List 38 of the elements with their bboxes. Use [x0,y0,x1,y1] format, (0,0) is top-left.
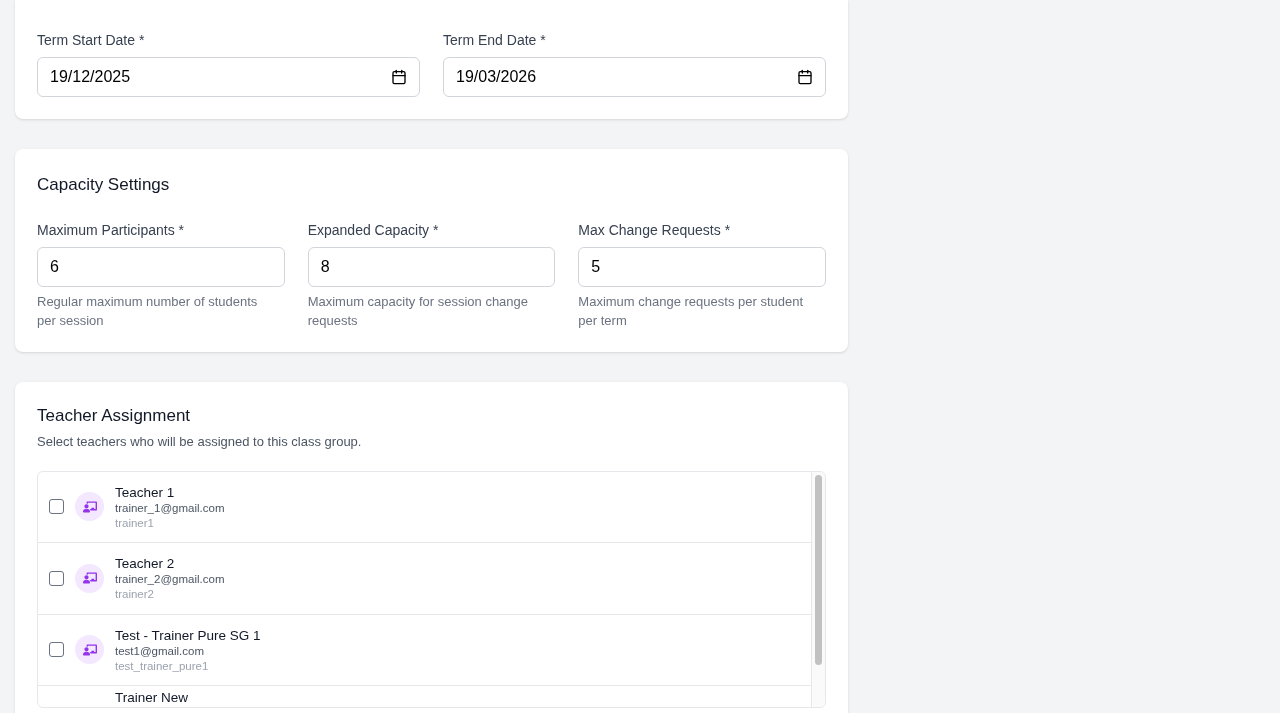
teacher-username: test_trainer_pure1 [115,658,210,674]
teacher-row[interactable]: Test - Trainer Pure SG 1 test1@gmail.com test_trainer_pure1 [38,614,811,686]
number-field[interactable]: 8 [307,246,556,287]
section-title: Capacity Settings [37,174,171,196]
number-field[interactable]: 6 [37,246,285,287]
number-field[interactable]: 5 [578,246,826,287]
scrollbar[interactable] [811,471,825,707]
date-field[interactable]: 19/03/2026 [443,57,826,97]
teacher-email: trainer_1@gmail.com [115,500,225,516]
teacher-icon [82,571,97,586]
teacher-email: trainer_2@gmail.com [115,572,225,588]
help-text: Maximum capacity for session change requests [307,292,530,330]
teacher-row[interactable]: Teacher 1 trainer_1@gmail.com trainer1 [38,471,811,543]
field-label: Maximum Participants * [37,220,186,240]
field-label: Max Change Requests * [578,220,732,240]
teacher-username: trainer1 [115,515,155,531]
teacher-name: Teacher 1 [115,483,176,501]
teacher-name: Trainer New [115,689,189,706]
field-label: Term End Date * [443,31,547,50]
section-title: Teacher Assignment [37,404,192,427]
teacher-email: test1@gmail.com [115,643,205,659]
checkbox[interactable] [49,570,64,586]
calendar-icon[interactable] [797,69,813,85]
checkbox[interactable] [49,642,64,658]
checkbox[interactable] [49,499,64,515]
field-label: Term Start Date * [37,31,146,50]
section-description: Select teachers who will be assigned to this class group. [37,433,363,451]
teacher-icon [82,499,97,514]
teacher-username: trainer2 [115,587,155,603]
calendar-icon[interactable] [391,69,407,85]
field-label: Expanded Capacity * [307,220,440,240]
teacher-name: Test - Trainer Pure SG 1 [115,626,261,644]
teacher-row[interactable]: Teacher 2 trainer_2@gmail.com trainer2 [38,543,811,615]
help-text: Regular maximum number of students per session [37,292,259,330]
help-text: Maximum change requests per student per term [578,292,805,330]
date-field[interactable]: 19/12/2025 [37,57,420,97]
teacher-name: Teacher 2 [115,555,176,573]
teacher-icon [82,642,97,657]
